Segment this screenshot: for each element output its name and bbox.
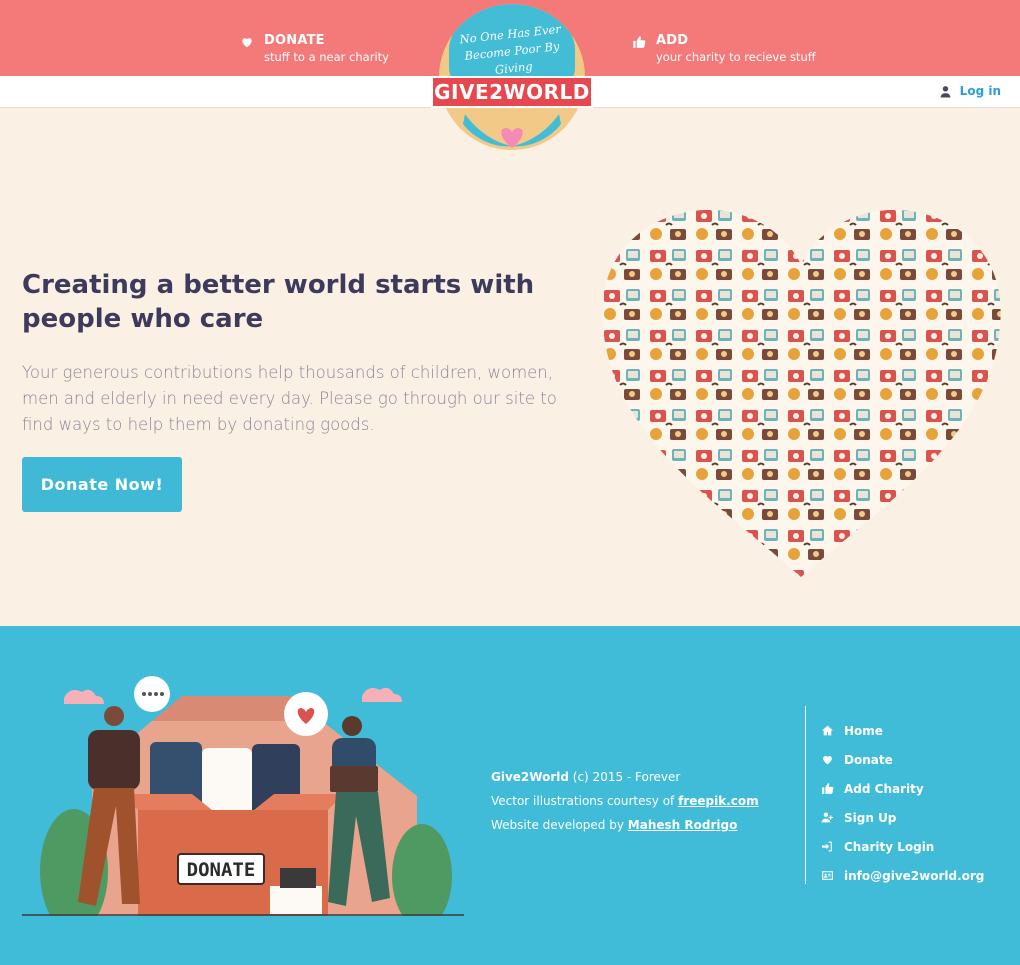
footer-nav-label: Home [844,723,883,738]
vector-credit-prefix: Vector illustrations courtesy of [491,794,675,808]
footer-nav-charity-login[interactable]: Charity Login [821,832,984,861]
footer-nav: Home Donate Add Charity Sign Up Charity … [821,716,984,890]
footer-brand: Give2World [491,770,569,784]
user-plus-icon [821,812,833,823]
header-donate-title: DONATE [264,33,325,48]
footer-nav-home[interactable]: Home [821,716,984,745]
hero-title: Creating a better world starts with peop… [22,270,535,334]
footer-nav-add-charity[interactable]: Add Charity [821,774,984,803]
id-card-icon [822,871,833,880]
copyright-text: (c) 2015 - Forever [572,770,681,784]
footer-nav-label: Sign Up [844,810,897,825]
developer-credit-prefix: Website developed by [491,818,624,832]
footer-divider [805,706,806,884]
header-add-link[interactable]: ADD your charity to recieve stuff [632,33,816,64]
hero-description: Your generous contributions help thousan… [22,363,557,434]
footer: DONATE Give2World (c) 2015 - Forever Vec… [0,626,1020,965]
sign-in-icon [822,841,832,852]
footer-nav-label: info@give2world.org [844,868,985,883]
header-donate-subtitle: stuff to a near charity [264,50,389,64]
login-label: Log in [959,84,1001,98]
heart-icon [823,755,832,765]
donation-illustration: DONATE [22,676,464,916]
header-add-title: ADD [656,33,689,48]
vector-credit-line: Vector illustrations courtesy of freepik… [491,789,759,813]
footer-nav-donate[interactable]: Donate [821,745,984,774]
footer-nav-label: Add Charity [844,781,924,796]
thumbs-up-icon [633,36,646,48]
header-add-subtitle: your charity to recieve stuff [656,50,816,64]
footer-nav-sign-up[interactable]: Sign Up [821,803,984,832]
heart-collage-image [602,209,1001,577]
home-icon [822,725,833,736]
logo-brand: GIVE2WORLD [431,76,593,108]
heart-icon [242,38,252,48]
developer-credit-line: Website developed by Mahesh Rodrigo [491,813,759,837]
donate-now-button[interactable]: Donate Now! [22,457,182,512]
hands-heart-icon [463,114,561,148]
freepik-link[interactable]: freepik.com [678,794,759,808]
header-donate-link[interactable]: DONATE stuff to a near charity [240,33,389,64]
copyright-line: Give2World (c) 2015 - Forever [491,765,759,789]
illustration-box-label: DONATE [187,859,256,881]
thumbs-up-icon [822,783,834,794]
user-icon [940,85,951,97]
footer-credits: Give2World (c) 2015 - Forever Vector ill… [491,765,759,837]
footer-nav-email[interactable]: info@give2world.org [821,861,984,890]
give2world-logo[interactable]: No One Has Ever Become Poor By Giving GI… [431,4,593,154]
footer-nav-label: Donate [844,752,893,767]
footer-nav-label: Charity Login [844,839,935,854]
login-link[interactable]: Log in [939,84,1001,98]
developer-link[interactable]: Mahesh Rodrigo [628,818,738,832]
